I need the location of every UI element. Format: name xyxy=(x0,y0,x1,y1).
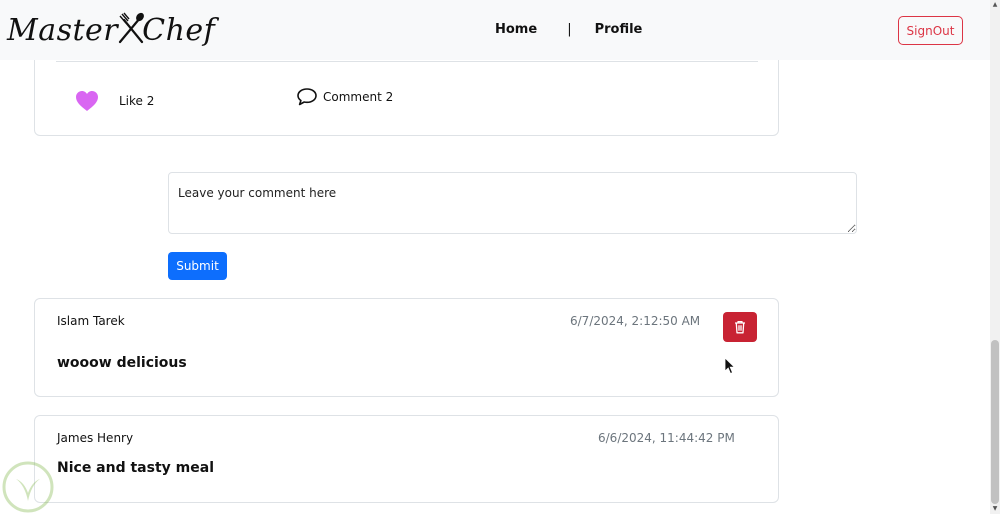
comment-card: Islam Tarek 6/7/2024, 2:12:50 AM wooow d… xyxy=(34,298,779,397)
nav-links: Home | Profile xyxy=(495,22,642,37)
scroll-up-arrow[interactable]: ▲ xyxy=(990,0,1000,10)
comment-card: James Henry 6/6/2024, 11:44:42 PM Nice a… xyxy=(34,415,779,503)
comment-author: Islam Tarek xyxy=(57,314,125,328)
heart-icon xyxy=(76,91,98,111)
comment-timestamp: 6/7/2024, 2:12:50 AM xyxy=(570,314,701,328)
nav-home-link[interactable]: Home xyxy=(495,22,537,37)
like-button[interactable]: Like 2 xyxy=(75,90,154,112)
brand-logo[interactable]: Master Chef xyxy=(7,8,215,52)
comment-input[interactable] xyxy=(168,172,857,234)
watermark-logo-icon xyxy=(2,461,54,513)
brand-name-left: Master xyxy=(7,12,119,48)
scrollbar-thumb[interactable] xyxy=(991,340,999,504)
comment-text: wooow delicious xyxy=(57,355,187,371)
delete-comment-button[interactable] xyxy=(723,312,757,342)
comment-button[interactable]: Comment 2 xyxy=(296,87,393,107)
scroll-down-arrow[interactable]: ▼ xyxy=(990,504,1000,514)
post-divider xyxy=(56,61,758,62)
page-scrollbar[interactable]: ▲ ▼ xyxy=(990,0,1000,514)
like-label: Like 2 xyxy=(119,94,155,108)
comment-author: James Henry xyxy=(57,431,134,445)
trash-icon xyxy=(735,320,745,334)
comment-label: Comment 2 xyxy=(323,90,394,104)
comment-text: Nice and tasty meal xyxy=(57,460,214,476)
mouse-cursor-icon xyxy=(724,357,736,375)
signout-button[interactable]: SignOut xyxy=(898,16,963,45)
navbar: Master Chef Home | Profile SignOut xyxy=(0,0,990,60)
submit-button[interactable]: Submit xyxy=(168,252,227,280)
comment-icon xyxy=(297,88,317,106)
nav-profile-link[interactable]: Profile xyxy=(595,22,643,37)
comment-timestamp: 6/6/2024, 11:44:42 PM xyxy=(598,431,735,445)
nav-separator: | xyxy=(567,22,572,37)
brand-name-right: Chef xyxy=(142,12,216,48)
